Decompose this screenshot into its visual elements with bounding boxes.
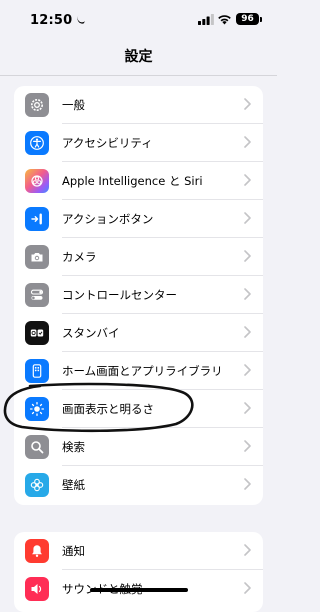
settings-row-action-button[interactable]: アクションボタン — [14, 200, 263, 238]
wallpaper-icon — [25, 473, 49, 497]
chevron-right-icon — [244, 212, 251, 224]
status-time: 12:50 — [30, 13, 73, 28]
settings-row-label: 一般 — [62, 98, 85, 112]
settings-row-apple-intelligence[interactable]: Apple Intelligence と Siri — [14, 162, 263, 200]
chevron-right-icon — [244, 250, 251, 262]
settings-row-label: 検索 — [62, 440, 85, 454]
chevron-right-icon — [244, 98, 251, 110]
battery-cap — [260, 17, 262, 22]
status-bar: 12:50 96 — [0, 0, 277, 40]
settings-row-camera[interactable]: カメラ — [14, 238, 263, 276]
settings-row-label: 画面表示と明るさ — [62, 402, 154, 416]
moon-icon — [77, 15, 85, 24]
chevron-right-icon — [244, 544, 251, 556]
home-screen-icon — [25, 359, 49, 383]
settings-row-notifications[interactable]: 通知 — [14, 532, 263, 570]
settings-row-label: ホーム画面とアプリライブラリ — [62, 364, 223, 378]
chevron-right-icon — [244, 326, 251, 338]
settings-row-display-brightness[interactable]: 画面表示と明るさ — [14, 390, 263, 428]
settings-group-1: 一般 アクセシビリティ Apple Intelligence と Siri アク… — [14, 86, 263, 505]
settings-row-label: Apple Intelligence と Siri — [62, 174, 203, 188]
nav-divider — [0, 75, 277, 76]
settings-row-standby[interactable]: スタンバイ — [14, 314, 263, 352]
settings-row-wallpaper[interactable]: 壁紙 — [14, 466, 263, 504]
settings-row-home-screen[interactable]: ホーム画面とアプリライブラリ — [14, 352, 263, 390]
chevron-right-icon — [244, 174, 251, 186]
settings-row-control-center[interactable]: コントロールセンター — [14, 276, 263, 314]
wifi-icon — [218, 15, 231, 25]
brightness-icon — [25, 397, 49, 421]
settings-row-label: アクセシビリティ — [62, 136, 153, 150]
settings-row-label: コントロールセンター — [62, 288, 177, 302]
chevron-right-icon — [244, 402, 251, 414]
settings-row-accessibility[interactable]: アクセシビリティ — [14, 124, 263, 162]
chevron-right-icon — [244, 440, 251, 452]
control-center-icon — [25, 283, 49, 307]
signal-icon — [198, 14, 214, 25]
battery-level: 96 — [241, 14, 254, 24]
apple-intelligence-icon — [25, 169, 49, 193]
accessibility-icon — [25, 131, 49, 155]
chevron-right-icon — [244, 478, 251, 490]
standby-icon — [25, 321, 49, 345]
chevron-right-icon — [244, 582, 251, 594]
camera-icon — [25, 245, 49, 269]
home-indicator — [90, 588, 188, 592]
chevron-right-icon — [244, 136, 251, 148]
settings-row-label: アクションボタン — [62, 212, 154, 226]
settings-group-2: 通知 サウンドと触覚 — [14, 532, 263, 612]
chevron-right-icon — [244, 288, 251, 300]
search-icon — [25, 435, 49, 459]
chevron-right-icon — [244, 364, 251, 376]
settings-row-label: スタンバイ — [62, 326, 120, 340]
notifications-icon — [25, 539, 49, 563]
sound-icon — [25, 577, 49, 601]
action-button-icon — [25, 207, 49, 231]
settings-row-search[interactable]: 検索 — [14, 428, 263, 466]
settings-row-general[interactable]: 一般 — [14, 86, 263, 124]
battery-indicator: 96 — [236, 13, 259, 25]
gear-icon — [25, 93, 49, 117]
page-title: 設定 — [124, 49, 153, 65]
settings-row-label: 壁紙 — [62, 478, 85, 492]
settings-row-label: 通知 — [62, 544, 85, 558]
settings-row-label: カメラ — [62, 250, 97, 264]
